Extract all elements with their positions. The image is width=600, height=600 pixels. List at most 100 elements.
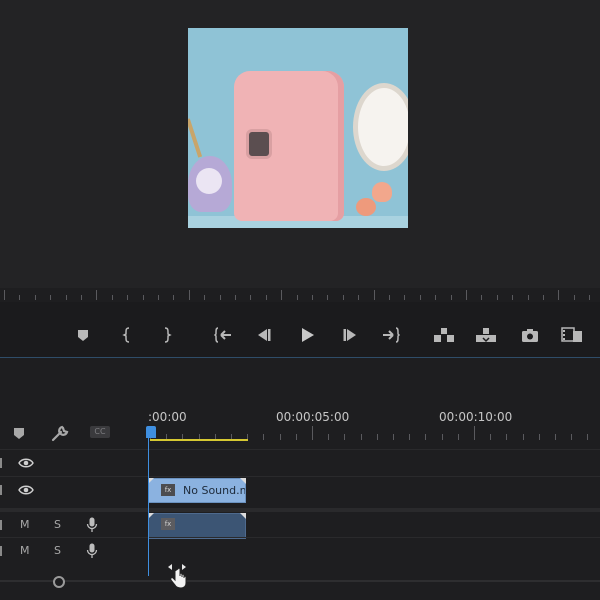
ruler-tick [312, 295, 313, 300]
hand-cursor-icon [168, 564, 187, 589]
add-marker-tool[interactable] [8, 424, 30, 442]
timeline-zoom-scrollbar[interactable] [0, 574, 600, 588]
ruler-tick [50, 295, 51, 300]
mark-out-button[interactable] [156, 324, 178, 346]
go-to-in-icon [213, 327, 231, 343]
extract-icon [476, 328, 496, 343]
microphone-icon[interactable] [86, 543, 98, 559]
fx-badge-icon[interactable]: fx [161, 484, 175, 496]
ruler-tick [266, 295, 267, 300]
ruler-tick [158, 295, 159, 300]
go-to-out-button[interactable] [380, 324, 402, 346]
mute-button[interactable]: M [20, 518, 30, 531]
eye-icon[interactable] [18, 485, 34, 495]
camera-icon [522, 329, 538, 342]
audio-clip[interactable]: fx [148, 513, 246, 539]
ruler-tick [19, 295, 20, 300]
comparison-view-icon [561, 327, 582, 342]
ruler-tick [204, 295, 205, 300]
preview-fridge-handle [246, 129, 272, 159]
ruler-tick [574, 295, 575, 300]
track-header [0, 450, 146, 477]
track-lock-edge[interactable] [0, 546, 2, 556]
audio-track-a2: M S [0, 537, 600, 564]
track-lock-edge[interactable] [0, 485, 2, 495]
scrollbar-track[interactable] [0, 580, 600, 582]
transport-controls [0, 302, 600, 358]
timeline-ruler-tick [377, 434, 378, 440]
go-to-out-icon [383, 327, 401, 343]
ruler-tick [173, 295, 174, 300]
solo-button[interactable]: S [54, 518, 61, 531]
timeline-ruler-tick [523, 434, 524, 440]
timeline-ruler-tick [555, 434, 556, 440]
step-forward-button[interactable] [339, 324, 361, 346]
timeline-ruler-tick [458, 434, 459, 440]
monitor-time-ruler[interactable] [0, 288, 600, 302]
ruler-tick [420, 295, 421, 300]
timeline-ruler-tick [474, 426, 475, 440]
ruler-tick [250, 295, 251, 300]
track-lock-edge[interactable] [0, 458, 2, 468]
timeline-ruler-tick [506, 434, 507, 440]
extract-button[interactable] [475, 324, 497, 346]
play-button[interactable] [296, 324, 318, 346]
ruler-tick [297, 295, 298, 300]
program-monitor [0, 0, 600, 288]
timeline-ruler-tick [263, 434, 264, 440]
ruler-tick [389, 295, 390, 300]
track-lock-edge[interactable] [0, 520, 2, 530]
track-lane[interactable] [146, 538, 600, 565]
ruler-tick [497, 295, 498, 300]
timeline-settings-button[interactable] [49, 424, 71, 442]
microphone-icon[interactable] [86, 517, 98, 533]
clip-name: No Sound.m [183, 484, 245, 497]
ruler-tick [189, 290, 190, 300]
ruler-tick [66, 295, 67, 300]
eye-icon[interactable] [18, 458, 34, 468]
work-area-bar[interactable] [150, 439, 248, 441]
ruler-tick [281, 290, 282, 300]
add-marker-button[interactable] [72, 324, 94, 346]
lift-button[interactable] [433, 324, 455, 346]
audio-track-a1: M S fx [0, 508, 600, 539]
playhead-line[interactable] [148, 426, 149, 576]
track-lane[interactable]: fx [146, 512, 600, 539]
ruler-tick [4, 290, 5, 300]
ruler-tick [143, 295, 144, 300]
ruler-tick [96, 290, 97, 300]
step-back-button[interactable] [253, 324, 275, 346]
track-lane[interactable] [146, 450, 600, 477]
video-clip[interactable]: fx No Sound.m [148, 478, 246, 503]
track-lane[interactable]: fx No Sound.m [146, 477, 600, 504]
ruler-tick [81, 295, 82, 300]
timeline-ruler-tick [344, 434, 345, 440]
comparison-view-button[interactable] [561, 324, 583, 346]
mute-button[interactable]: M [20, 544, 30, 557]
solo-button[interactable]: S [54, 544, 61, 557]
video-track-v1: fx No Sound.m [0, 476, 600, 503]
track-header: M S [0, 512, 146, 539]
mark-in-button[interactable] [116, 324, 138, 346]
marker-icon [78, 330, 88, 341]
preview-alarm-clock [188, 156, 232, 212]
track-header [0, 477, 146, 504]
wrench-icon [51, 425, 69, 442]
ruler-tick [558, 290, 559, 300]
timeline-ruler-tick [296, 434, 297, 440]
ruler-tick [451, 295, 452, 300]
timeline-ruler-tick [328, 434, 329, 440]
timeline-ruler-tick [280, 434, 281, 440]
track-header: M S [0, 538, 146, 565]
lift-icon [434, 328, 454, 342]
captions-toggle[interactable]: CC [90, 426, 110, 438]
go-to-in-button[interactable] [212, 324, 234, 346]
mark-out-icon [164, 327, 172, 343]
timecode-label: 00:00:05:00 [276, 410, 350, 424]
mark-in-icon [122, 327, 130, 343]
zoom-handle[interactable] [53, 576, 65, 588]
ruler-tick [435, 295, 436, 300]
export-frame-button[interactable] [519, 324, 541, 346]
timeline-ruler-tick [393, 434, 394, 440]
fx-badge-icon[interactable]: fx [161, 518, 175, 530]
